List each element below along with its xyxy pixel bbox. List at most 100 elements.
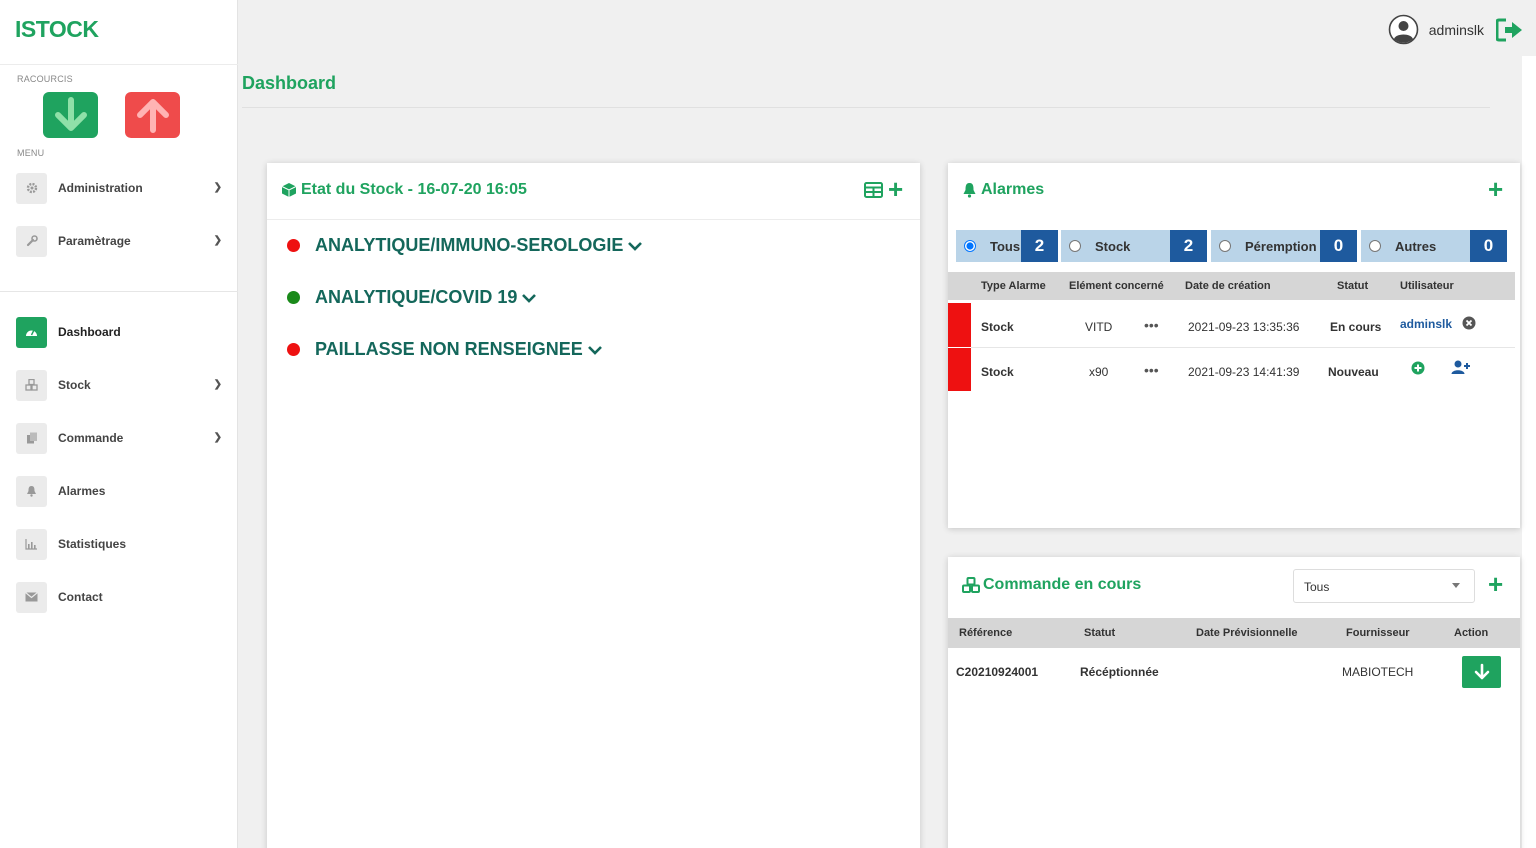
cube-icon: [281, 183, 297, 197]
sidebar-item-label: Dashboard: [58, 325, 121, 339]
cubes-icon: [962, 577, 980, 593]
column-header[interactable]: Action: [1454, 627, 1488, 639]
column-header[interactable]: Elément concerné: [1069, 280, 1164, 292]
more-icon[interactable]: •••: [1144, 317, 1159, 333]
radio-autres[interactable]: [1369, 240, 1381, 252]
receive-order-button[interactable]: [1462, 656, 1501, 688]
order-filter-select[interactable]: Tous: [1293, 569, 1475, 603]
sidebar-item-label: Administration: [58, 181, 143, 195]
scrollbar-track[interactable]: [1522, 56, 1536, 848]
order-supplier: MABIOTECH: [1342, 665, 1414, 679]
chevron-down-icon: [522, 293, 537, 303]
copy-icon: [16, 422, 47, 454]
sidebar-item-commande[interactable]: Commande ❯: [16, 422, 226, 454]
sidebar-item-dashboard[interactable]: Dashboard: [16, 316, 226, 348]
alarm-severity-bar: [948, 303, 971, 347]
alarm-element: VITD: [1085, 320, 1113, 334]
add-order-button[interactable]: +: [1488, 571, 1503, 597]
remove-user-icon[interactable]: [1462, 316, 1476, 330]
alarm-user-link[interactable]: adminslk: [1400, 317, 1452, 331]
page-title: Dashboard: [242, 73, 337, 93]
title-divider: [242, 107, 1490, 108]
stock-group-row[interactable]: PAILLASSE NON RENSEIGNEE: [287, 339, 603, 360]
chevron-right-icon: ❯: [213, 235, 222, 246]
alarm-filter-tab-tous[interactable]: Tous 2: [956, 230, 1058, 262]
alarms-panel-title-text: Alarmes: [981, 181, 1045, 198]
sidebar-item-alarmes[interactable]: Alarmes: [16, 475, 226, 507]
menu-label: MENU: [17, 148, 45, 158]
alarm-type: Stock: [981, 365, 1014, 379]
radio-tous[interactable]: [964, 240, 976, 252]
orders-panel: Commande en cours Tous + Référence Statu…: [948, 557, 1520, 848]
alarm-filter-tab-stock[interactable]: Stock 2: [1061, 230, 1207, 262]
stock-group-row[interactable]: ANALYTIQUE/COVID 19: [287, 287, 537, 308]
username: adminslk: [1428, 21, 1484, 38]
alarm-count-badge: 0: [1470, 230, 1507, 262]
assign-user-icon[interactable]: [1451, 360, 1471, 375]
sidebar-item-label: Commande: [58, 431, 124, 445]
app-logo[interactable]: ISTOCK: [15, 16, 99, 43]
sidebar-item-label: Contact: [58, 590, 103, 604]
alarm-date: 2021-09-23 13:35:36: [1188, 320, 1300, 334]
alarm-status: Nouveau: [1328, 365, 1379, 379]
column-header[interactable]: Statut: [1337, 280, 1368, 292]
column-header[interactable]: Date Prévisionnelle: [1196, 627, 1298, 639]
chevron-right-icon: ❯: [213, 379, 222, 390]
stock-group-row[interactable]: ANALYTIQUE/IMMUNO-SEROLOGIE: [287, 235, 643, 256]
sidebar-item-contact[interactable]: Contact: [16, 581, 226, 613]
stock-group-label: ANALYTIQUE/COVID 19: [315, 287, 518, 307]
column-header[interactable]: Date de création: [1185, 280, 1271, 292]
status-dot: [287, 343, 300, 356]
stock-panel-title: Etat du Stock - 16-07-20 16:05: [281, 181, 527, 199]
order-reference: C20210924001: [956, 665, 1039, 679]
logout-icon[interactable]: [1496, 18, 1524, 42]
sidebar-item-label: Stock: [58, 378, 91, 392]
status-dot: [287, 239, 300, 252]
alarm-severity-bar: [948, 348, 971, 391]
column-header[interactable]: Statut: [1084, 627, 1115, 639]
column-header[interactable]: Type Alarme: [981, 280, 1046, 292]
stock-entry-shortcut-button[interactable]: [43, 92, 98, 138]
tab-label: Tous: [990, 238, 1021, 254]
alarm-element: x90: [1089, 365, 1109, 379]
column-header[interactable]: Fournisseur: [1346, 627, 1410, 639]
tab-label: Péremption: [1245, 238, 1317, 254]
alarm-status: En cours: [1330, 320, 1382, 334]
stock-panel: Etat du Stock - 16-07-20 16:05 + ANALYTI…: [267, 163, 920, 848]
alarms-panel-title: Alarmes: [962, 181, 1044, 199]
sidebar-item-administration[interactable]: Administration ❯: [16, 172, 226, 204]
add-alarm-button[interactable]: +: [1488, 176, 1503, 202]
add-stock-button[interactable]: +: [888, 176, 903, 202]
order-status: Récéptionnée: [1080, 665, 1159, 679]
sidebar-item-label: Alarmes: [58, 484, 106, 498]
bell-icon: [963, 183, 976, 198]
sidebar-item-label: Statistiques: [58, 537, 127, 551]
alarm-date: 2021-09-23 14:41:39: [1188, 365, 1300, 379]
chevron-right-icon: ❯: [213, 182, 222, 193]
bar-chart-icon: [16, 528, 47, 560]
chevron-down-icon: [628, 241, 643, 251]
tab-label: Stock: [1095, 238, 1131, 254]
table-view-icon[interactable]: [864, 182, 883, 198]
sidebar-item-label: Paramètrage: [58, 234, 131, 248]
sidebar-item-statistiques[interactable]: Statistiques: [16, 528, 226, 560]
orders-panel-title-text: Commande en cours: [983, 576, 1142, 593]
sidebar-item-parametrage[interactable]: Paramètrage ❯: [16, 225, 226, 257]
radio-peremption[interactable]: [1219, 240, 1231, 252]
add-circle-icon[interactable]: [1411, 361, 1425, 375]
alarm-filter-tab-peremption[interactable]: Péremption 0: [1211, 230, 1357, 262]
alarm-filter-tab-autres[interactable]: Autres 0: [1361, 230, 1507, 262]
envelope-icon: [16, 581, 47, 613]
radio-stock[interactable]: [1069, 240, 1081, 252]
column-header[interactable]: Référence: [959, 627, 1012, 639]
stock-group-label: ANALYTIQUE/IMMUNO-SEROLOGIE: [315, 235, 624, 255]
stock-panel-title-text: Etat du Stock - 16-07-20 16:05: [301, 181, 527, 198]
stock-group-label: PAILLASSE NON RENSEIGNEE: [315, 339, 583, 359]
orders-table-header: Référence Statut Date Prévisionnelle Fou…: [948, 618, 1520, 648]
column-header[interactable]: Utilisateur: [1400, 280, 1454, 292]
status-dot: [287, 291, 300, 304]
sidebar-item-stock[interactable]: Stock ❯: [16, 369, 226, 401]
stock-exit-shortcut-button[interactable]: [125, 92, 180, 138]
user-avatar-icon[interactable]: [1388, 14, 1419, 45]
more-icon[interactable]: •••: [1144, 362, 1159, 378]
